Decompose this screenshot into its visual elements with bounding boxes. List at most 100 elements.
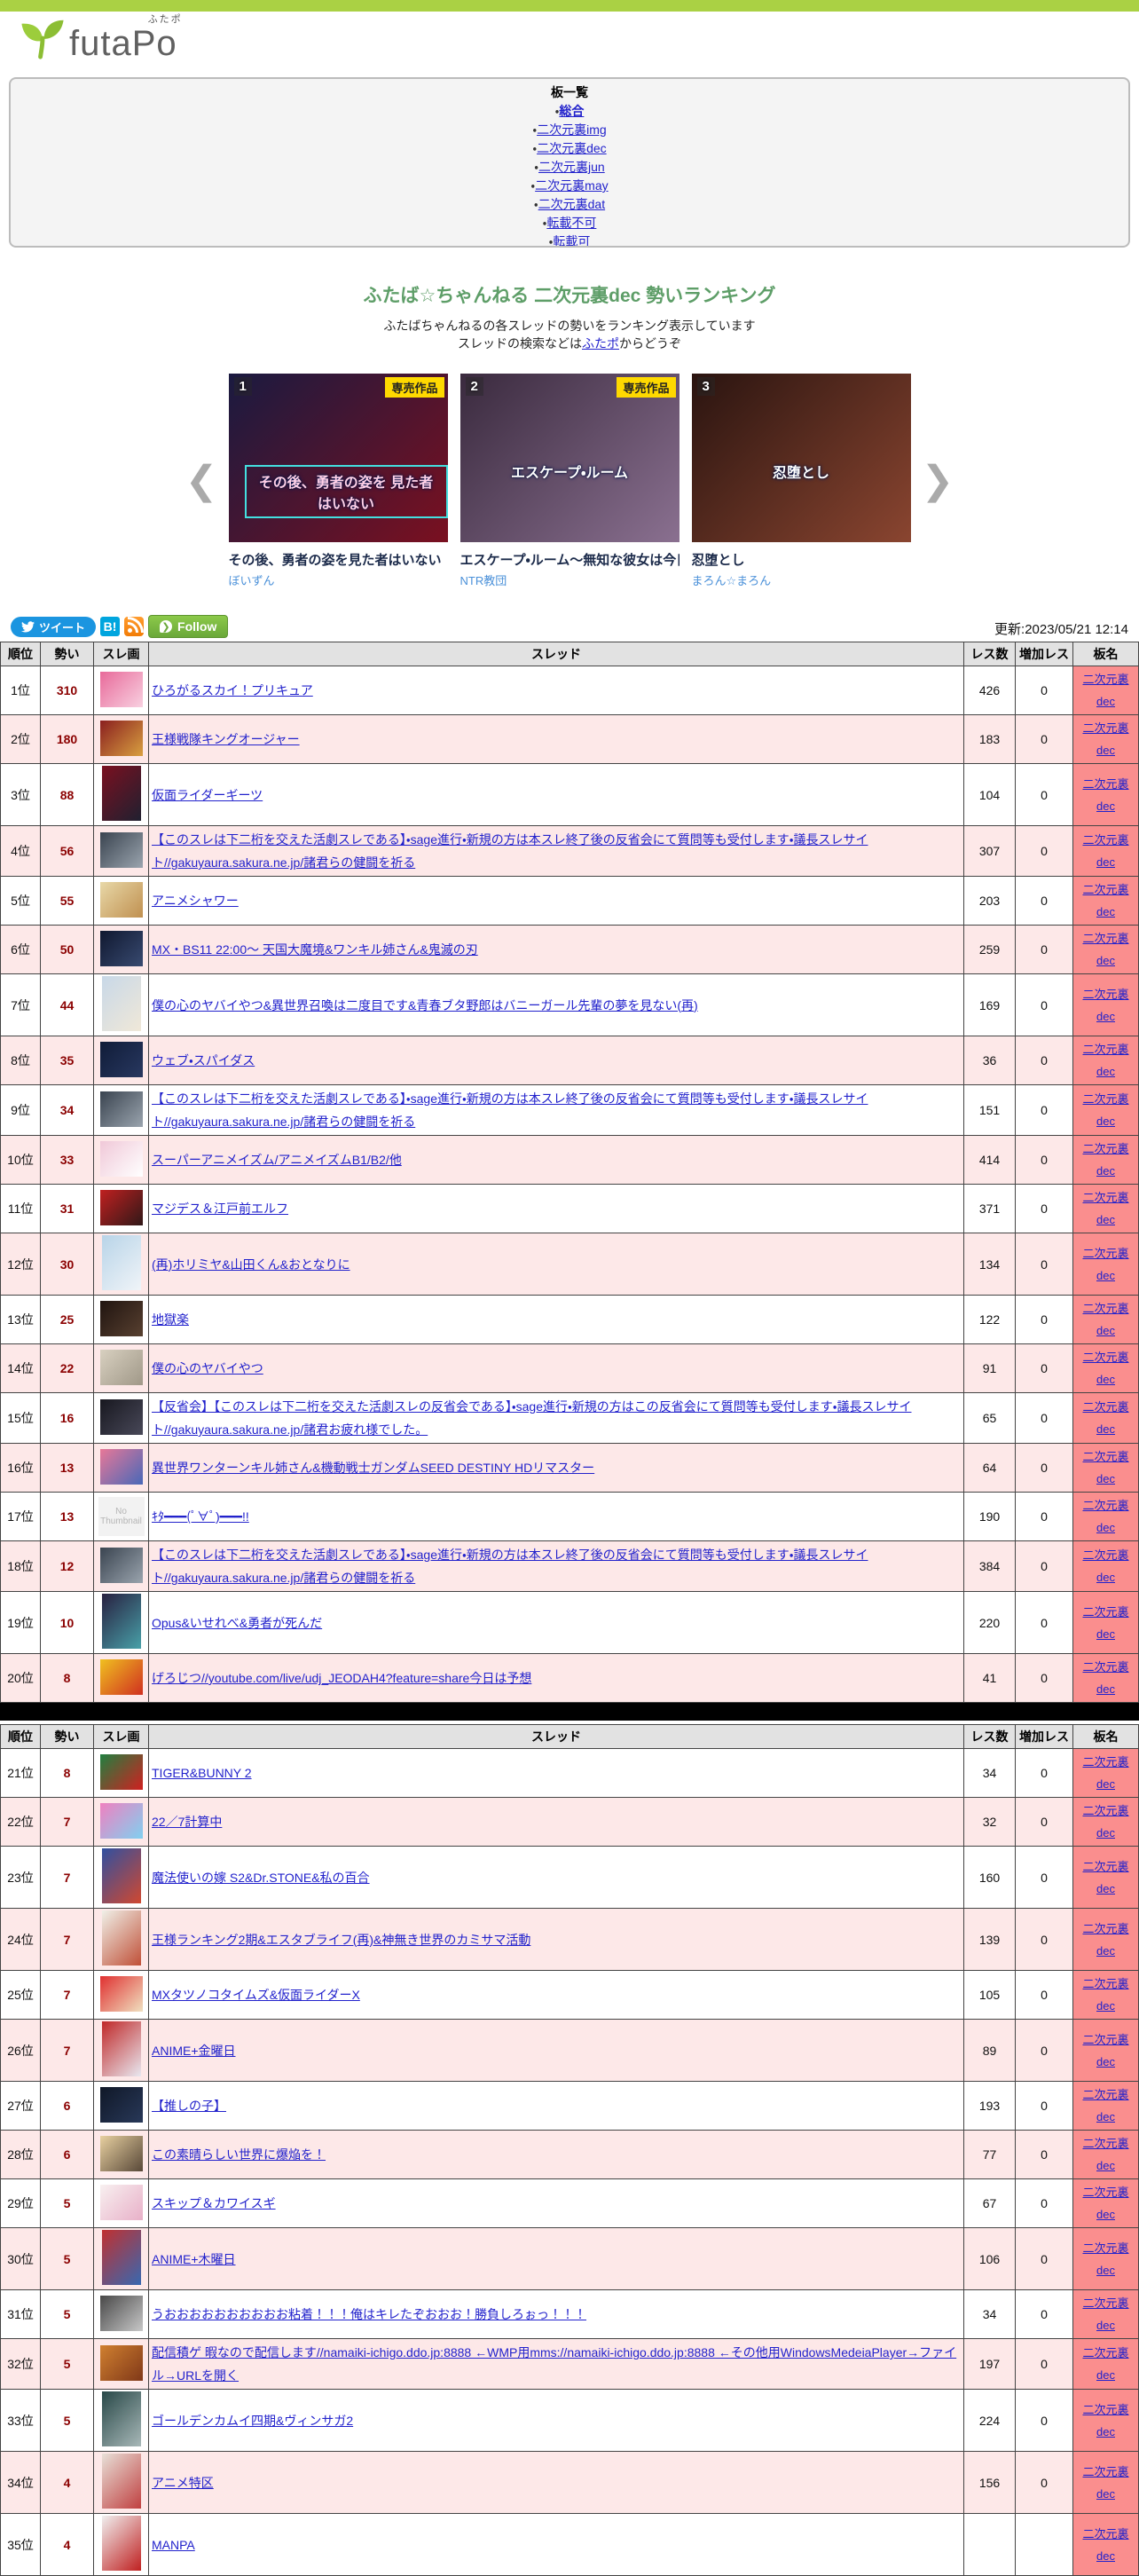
thread-title-link[interactable]: (再)ホリミヤ&山田くん&おとなりに — [152, 1257, 350, 1272]
feedly-follow-button[interactable]: ❯ Follow — [148, 615, 229, 638]
board-name-link[interactable]: 二次元裏dec — [1082, 2033, 1128, 2068]
thread-title-link[interactable]: 王様戦隊キングオージャー — [152, 732, 300, 746]
thread-thumbnail[interactable] — [99, 1975, 143, 2012]
board-name-link[interactable]: 二次元裏dec — [1082, 1922, 1128, 1958]
thread-thumbnail[interactable] — [99, 1189, 143, 1225]
thread-title-link[interactable]: 僕の心のヤバイやつ — [152, 1361, 263, 1375]
thread-thumbnail[interactable] — [99, 2344, 143, 2381]
board-name-link[interactable]: 二次元裏dec — [1082, 1043, 1128, 1078]
board-name-link[interactable]: 二次元裏dec — [1082, 988, 1128, 1023]
thread-title-link[interactable]: MANPA — [152, 2538, 195, 2552]
thread-title-link[interactable]: スーパーアニメイズム/アニメイズムB1/B2/他 — [152, 1153, 402, 1167]
thread-title-link[interactable]: スキップ＆カワイスギ — [152, 2196, 276, 2210]
thread-title-link[interactable]: 王様ランキング2期&エスタブライフ(再)&神無き世界のカミサマ活動 — [152, 1933, 530, 1947]
thread-thumbnail[interactable] — [99, 2295, 143, 2331]
thread-title-link[interactable]: 魔法使いの嫁 S2&Dr.STONE&私の百合 — [152, 1871, 370, 1885]
thread-title-link[interactable]: ウェブ・スパイダス — [152, 1053, 255, 1067]
thread-title-link[interactable]: 【このスレは下二桁を交えた活劇スレである】・sage進行・新規の方は本スレ終了後… — [152, 1091, 868, 1129]
board-name-link[interactable]: 二次元裏dec — [1082, 1191, 1128, 1226]
product-title-link[interactable]: その後、勇者の姿を見た者はいない — [229, 550, 448, 569]
thread-thumbnail[interactable] — [101, 2391, 141, 2446]
thread-thumbnail[interactable] — [99, 1300, 143, 1336]
thread-title-link[interactable]: 【推しの子】 — [152, 2099, 226, 2113]
thread-thumbnail[interactable] — [101, 976, 141, 1031]
futapo-link[interactable]: ふたポ — [582, 336, 619, 351]
thread-thumbnail[interactable]: No Thumbnail — [98, 1497, 145, 1536]
board-name-link[interactable]: 二次元裏dec — [1082, 1755, 1128, 1791]
board-name-link[interactable]: 二次元裏dec — [1082, 2186, 1128, 2221]
thread-thumbnail[interactable] — [101, 2516, 141, 2571]
board-name-link[interactable]: 二次元裏dec — [1082, 2465, 1128, 2501]
thread-thumbnail[interactable] — [99, 881, 143, 918]
board-name-link[interactable]: 二次元裏dec — [1082, 2346, 1128, 2382]
thread-thumbnail[interactable] — [101, 1594, 141, 1649]
product-author-link[interactable]: ぼいずん — [229, 571, 448, 588]
thread-thumbnail[interactable] — [101, 1910, 141, 1965]
board-name-link[interactable]: 二次元裏dec — [1082, 1450, 1128, 1485]
thread-title-link[interactable]: ANIME+木曜日 — [152, 2252, 236, 2266]
product-cover-image[interactable]: 3 忍堕とし — [691, 374, 911, 542]
thread-title-link[interactable]: 仮面ライダーギーツ — [152, 788, 263, 802]
thread-title-link[interactable]: 【このスレは下二桁を交えた活劇スレである】・sage進行・新規の方は本スレ終了後… — [152, 1548, 868, 1585]
carousel-prev-icon[interactable]: ❮ — [175, 397, 229, 565]
site-logo[interactable]: futaPo ふたポ — [0, 12, 1139, 65]
thread-title-link[interactable]: ゴールデンカムイ四期&ヴィンサガ2 — [152, 2414, 353, 2428]
thread-thumbnail[interactable] — [101, 1235, 141, 1290]
board-name-link[interactable]: 二次元裏dec — [1082, 2137, 1128, 2172]
board-name-link[interactable]: 二次元裏dec — [1082, 1605, 1128, 1641]
board-name-link[interactable]: 二次元裏dec — [1082, 2241, 1128, 2277]
product-cover-image[interactable]: 1 専売作品 その後、勇者の姿を 見た者はいない — [228, 374, 448, 542]
thread-thumbnail[interactable] — [99, 671, 143, 707]
thread-title-link[interactable]: TIGER&BUNNY 2 — [152, 1766, 252, 1780]
board-link[interactable]: 二次元裏may — [535, 178, 608, 193]
rss-icon[interactable] — [124, 617, 145, 636]
thread-thumbnail[interactable] — [99, 1547, 143, 1583]
thread-title-link[interactable]: アニメシャワー — [152, 894, 239, 908]
thread-title-link[interactable]: MX・BS11 22:00～ 天国大魔境&ワンキル姉さん&鬼滅の刃 — [152, 942, 478, 957]
carousel-card[interactable]: 2 専売作品 エスケープ・ルーム エスケープ・ルーム～無知な彼女は今日も NTR… — [460, 374, 679, 588]
board-name-link[interactable]: 二次元裏dec — [1082, 2296, 1128, 2332]
thread-title-link[interactable]: 22／7計算中 — [152, 1815, 222, 1829]
board-name-link[interactable]: 二次元裏dec — [1082, 1247, 1128, 1282]
thread-thumbnail[interactable] — [99, 930, 143, 966]
thread-title-link[interactable]: ひろがるスカイ！プリキュア — [152, 683, 313, 697]
carousel-card[interactable]: 3 忍堕とし 忍堕とし まろん☆まろん — [691, 374, 911, 588]
thread-thumbnail[interactable] — [101, 1848, 141, 1903]
thread-thumbnail[interactable] — [99, 2086, 143, 2123]
board-name-link[interactable]: 二次元裏dec — [1082, 1804, 1128, 1839]
board-link[interactable]: 二次元裏dat — [538, 197, 605, 211]
thread-thumbnail[interactable] — [99, 1140, 143, 1177]
board-name-link[interactable]: 二次元裏dec — [1082, 833, 1128, 869]
thread-thumbnail[interactable] — [99, 1802, 143, 1839]
board-name-link[interactable]: 二次元裏dec — [1082, 2088, 1128, 2123]
thread-title-link[interactable]: 【このスレは下二桁を交えた活劇スレである】・sage進行・新規の方は本スレ終了後… — [152, 832, 868, 870]
thread-title-link[interactable]: 地獄楽 — [152, 1312, 189, 1327]
product-author-link[interactable]: まろん☆まろん — [692, 571, 911, 588]
board-name-link[interactable]: 二次元裏dec — [1082, 1660, 1128, 1696]
board-link[interactable]: 転載可 — [553, 234, 590, 246]
board-name-link[interactable]: 二次元裏dec — [1082, 1092, 1128, 1128]
board-name-link[interactable]: 二次元裏dec — [1082, 777, 1128, 813]
thread-thumbnail[interactable] — [101, 2230, 141, 2285]
board-link[interactable]: 転載不可 — [546, 216, 596, 230]
thread-thumbnail[interactable] — [99, 1658, 143, 1695]
thread-title-link[interactable]: この素晴らしい世界に爆焔を！ — [152, 2147, 326, 2162]
carousel-card[interactable]: 1 専売作品 その後、勇者の姿を 見た者はいない その後、勇者の姿を見た者はいな… — [228, 374, 448, 588]
thread-title-link[interactable]: マジデス＆江戸前エルフ — [152, 1201, 288, 1216]
thread-title-link[interactable]: Opus&いせれべ&勇者が死んだ — [152, 1616, 322, 1630]
thread-thumbnail[interactable] — [99, 1041, 143, 1077]
thread-thumbnail[interactable] — [99, 831, 143, 868]
board-name-link[interactable]: 二次元裏dec — [1082, 721, 1128, 757]
thread-thumbnail[interactable] — [101, 766, 141, 821]
product-author-link[interactable]: NTR教団 — [460, 571, 679, 588]
board-name-link[interactable]: 二次元裏dec — [1082, 2403, 1128, 2438]
thread-thumbnail[interactable] — [99, 1091, 143, 1127]
thread-thumbnail[interactable] — [99, 720, 143, 756]
thread-title-link[interactable]: ｷﾀ━━━(ﾟ∀ﾟ)━━━!! — [152, 1509, 249, 1524]
thread-thumbnail[interactable] — [99, 1448, 143, 1485]
thread-thumbnail[interactable] — [99, 2184, 143, 2220]
board-name-link[interactable]: 二次元裏dec — [1082, 1860, 1128, 1895]
board-name-link[interactable]: 二次元裏dec — [1082, 1548, 1128, 1584]
board-link[interactable]: 二次元裏img — [537, 122, 607, 137]
thread-thumbnail[interactable] — [99, 1398, 143, 1435]
